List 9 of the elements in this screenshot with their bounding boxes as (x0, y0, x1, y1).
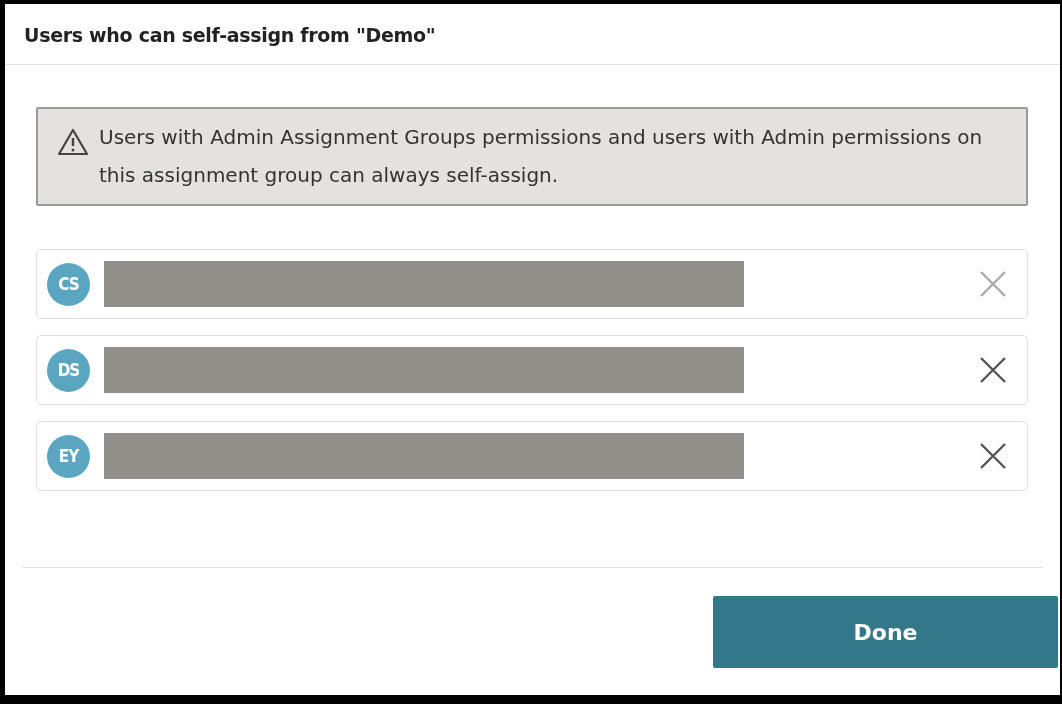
user-avatar: DS (47, 348, 90, 392)
notice-text: Users with Admin Assignment Groups permissions and users with Admin permissions on this assignment group can always self-assign. (99, 124, 984, 189)
dialog-title: Users who can self-assign from "Demo" (24, 24, 437, 46)
done-button[interactable]: Done (713, 596, 1058, 668)
remove-button[interactable] (979, 442, 1007, 470)
warning-icon (57, 128, 89, 156)
user-avatar: EY (47, 434, 90, 478)
remove-button[interactable] (979, 356, 1007, 384)
user-avatar: CS (47, 262, 90, 306)
